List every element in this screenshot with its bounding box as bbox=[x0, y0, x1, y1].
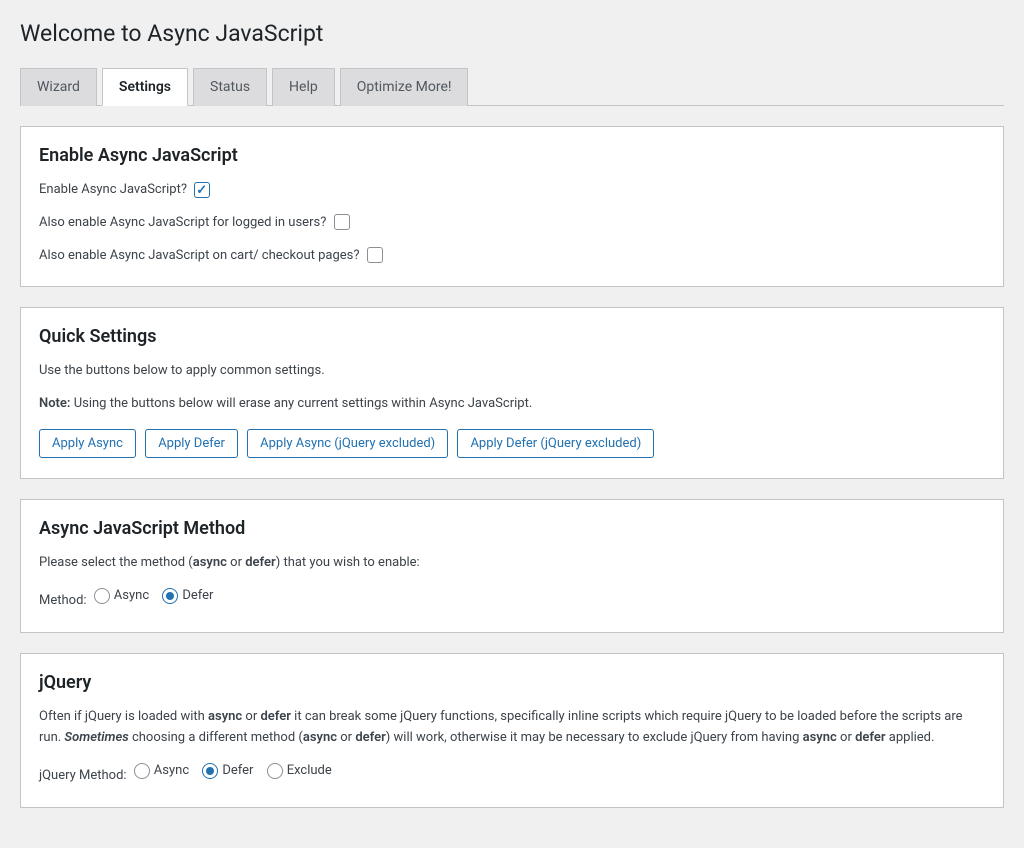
jquery-method-label: jQuery Method: bbox=[39, 768, 127, 783]
jquery-defer-label: Defer bbox=[222, 761, 253, 782]
jquery-async-radio[interactable] bbox=[134, 763, 150, 779]
jquery-exclude-radio[interactable] bbox=[267, 763, 283, 779]
tab-wizard[interactable]: Wizard bbox=[20, 68, 97, 106]
jquery-desc-async: async bbox=[208, 709, 242, 724]
enable-heading: Enable Async JavaScript bbox=[39, 145, 985, 166]
apply-defer-button[interactable]: Apply Defer bbox=[145, 429, 238, 458]
jquery-panel: jQuery Often if jQuery is loaded with as… bbox=[20, 653, 1004, 808]
apply-defer-jquery-excluded-button[interactable]: Apply Defer (jQuery excluded) bbox=[457, 429, 654, 458]
enable-panel: Enable Async JavaScript Enable Async Jav… bbox=[20, 126, 1004, 287]
page-title: Welcome to Async JavaScript bbox=[20, 20, 1004, 47]
method-desc: Please select the method (async or defer… bbox=[39, 553, 985, 574]
jquery-desc-or1: or bbox=[242, 709, 260, 724]
jquery-heading: jQuery bbox=[39, 672, 985, 693]
method-defer-radio[interactable] bbox=[162, 588, 178, 604]
enable-logged-in-label: Also enable Async JavaScript for logged … bbox=[39, 215, 326, 230]
jquery-desc-defer2: defer bbox=[355, 730, 385, 745]
method-desc-defer: defer bbox=[245, 555, 275, 570]
method-async-radio[interactable] bbox=[94, 588, 110, 604]
enable-async-checkbox[interactable] bbox=[194, 182, 210, 198]
jquery-async-label: Async bbox=[154, 761, 189, 782]
method-async-label: Async bbox=[114, 586, 149, 607]
jquery-desc-async2: async bbox=[303, 730, 337, 745]
jquery-desc-sometimes: Sometimes bbox=[64, 730, 128, 745]
method-desc-post: ) that you wish to enable: bbox=[276, 555, 420, 570]
jquery-desc-or3: or bbox=[837, 730, 855, 745]
quick-settings-heading: Quick Settings bbox=[39, 326, 985, 347]
tab-settings[interactable]: Settings bbox=[102, 68, 188, 106]
jquery-exclude-label: Exclude bbox=[287, 761, 332, 782]
method-label: Method: bbox=[39, 593, 87, 608]
method-defer-label: Defer bbox=[182, 586, 213, 607]
jquery-desc-p1: Often if jQuery is loaded with bbox=[39, 709, 208, 724]
jquery-desc-defer3: defer bbox=[855, 730, 885, 745]
note-text: Using the buttons below will erase any c… bbox=[70, 396, 532, 411]
method-desc-async: async bbox=[193, 555, 227, 570]
tab-optimize-more[interactable]: Optimize More! bbox=[340, 68, 469, 106]
jquery-desc-p3: choosing a different method ( bbox=[129, 730, 303, 745]
note-label: Note: bbox=[39, 396, 70, 411]
jquery-desc-defer: defer bbox=[260, 709, 290, 724]
enable-async-label: Enable Async JavaScript? bbox=[39, 182, 187, 197]
enable-logged-in-checkbox[interactable] bbox=[334, 214, 350, 230]
method-desc-pre: Please select the method ( bbox=[39, 555, 193, 570]
jquery-desc-p5: applied. bbox=[886, 730, 935, 745]
quick-settings-desc: Use the buttons below to apply common se… bbox=[39, 361, 985, 382]
quick-settings-note: Note: Using the buttons below will erase… bbox=[39, 394, 985, 415]
apply-async-button[interactable]: Apply Async bbox=[39, 429, 136, 458]
jquery-desc-or2: or bbox=[337, 730, 355, 745]
tabs-nav: Wizard Settings Status Help Optimize Mor… bbox=[20, 67, 1004, 106]
jquery-desc-async3: async bbox=[803, 730, 837, 745]
method-panel: Async JavaScript Method Please select th… bbox=[20, 499, 1004, 633]
enable-cart-label: Also enable Async JavaScript on cart/ ch… bbox=[39, 248, 360, 263]
tab-status[interactable]: Status bbox=[193, 68, 267, 106]
method-desc-or: or bbox=[227, 555, 245, 570]
tab-help[interactable]: Help bbox=[272, 68, 335, 106]
method-heading: Async JavaScript Method bbox=[39, 518, 985, 539]
jquery-defer-radio[interactable] bbox=[202, 763, 218, 779]
jquery-desc-p4: ) will work, otherwise it may be necessa… bbox=[386, 730, 803, 745]
enable-cart-checkbox[interactable] bbox=[367, 247, 383, 263]
quick-settings-panel: Quick Settings Use the buttons below to … bbox=[20, 307, 1004, 479]
apply-async-jquery-excluded-button[interactable]: Apply Async (jQuery excluded) bbox=[247, 429, 448, 458]
